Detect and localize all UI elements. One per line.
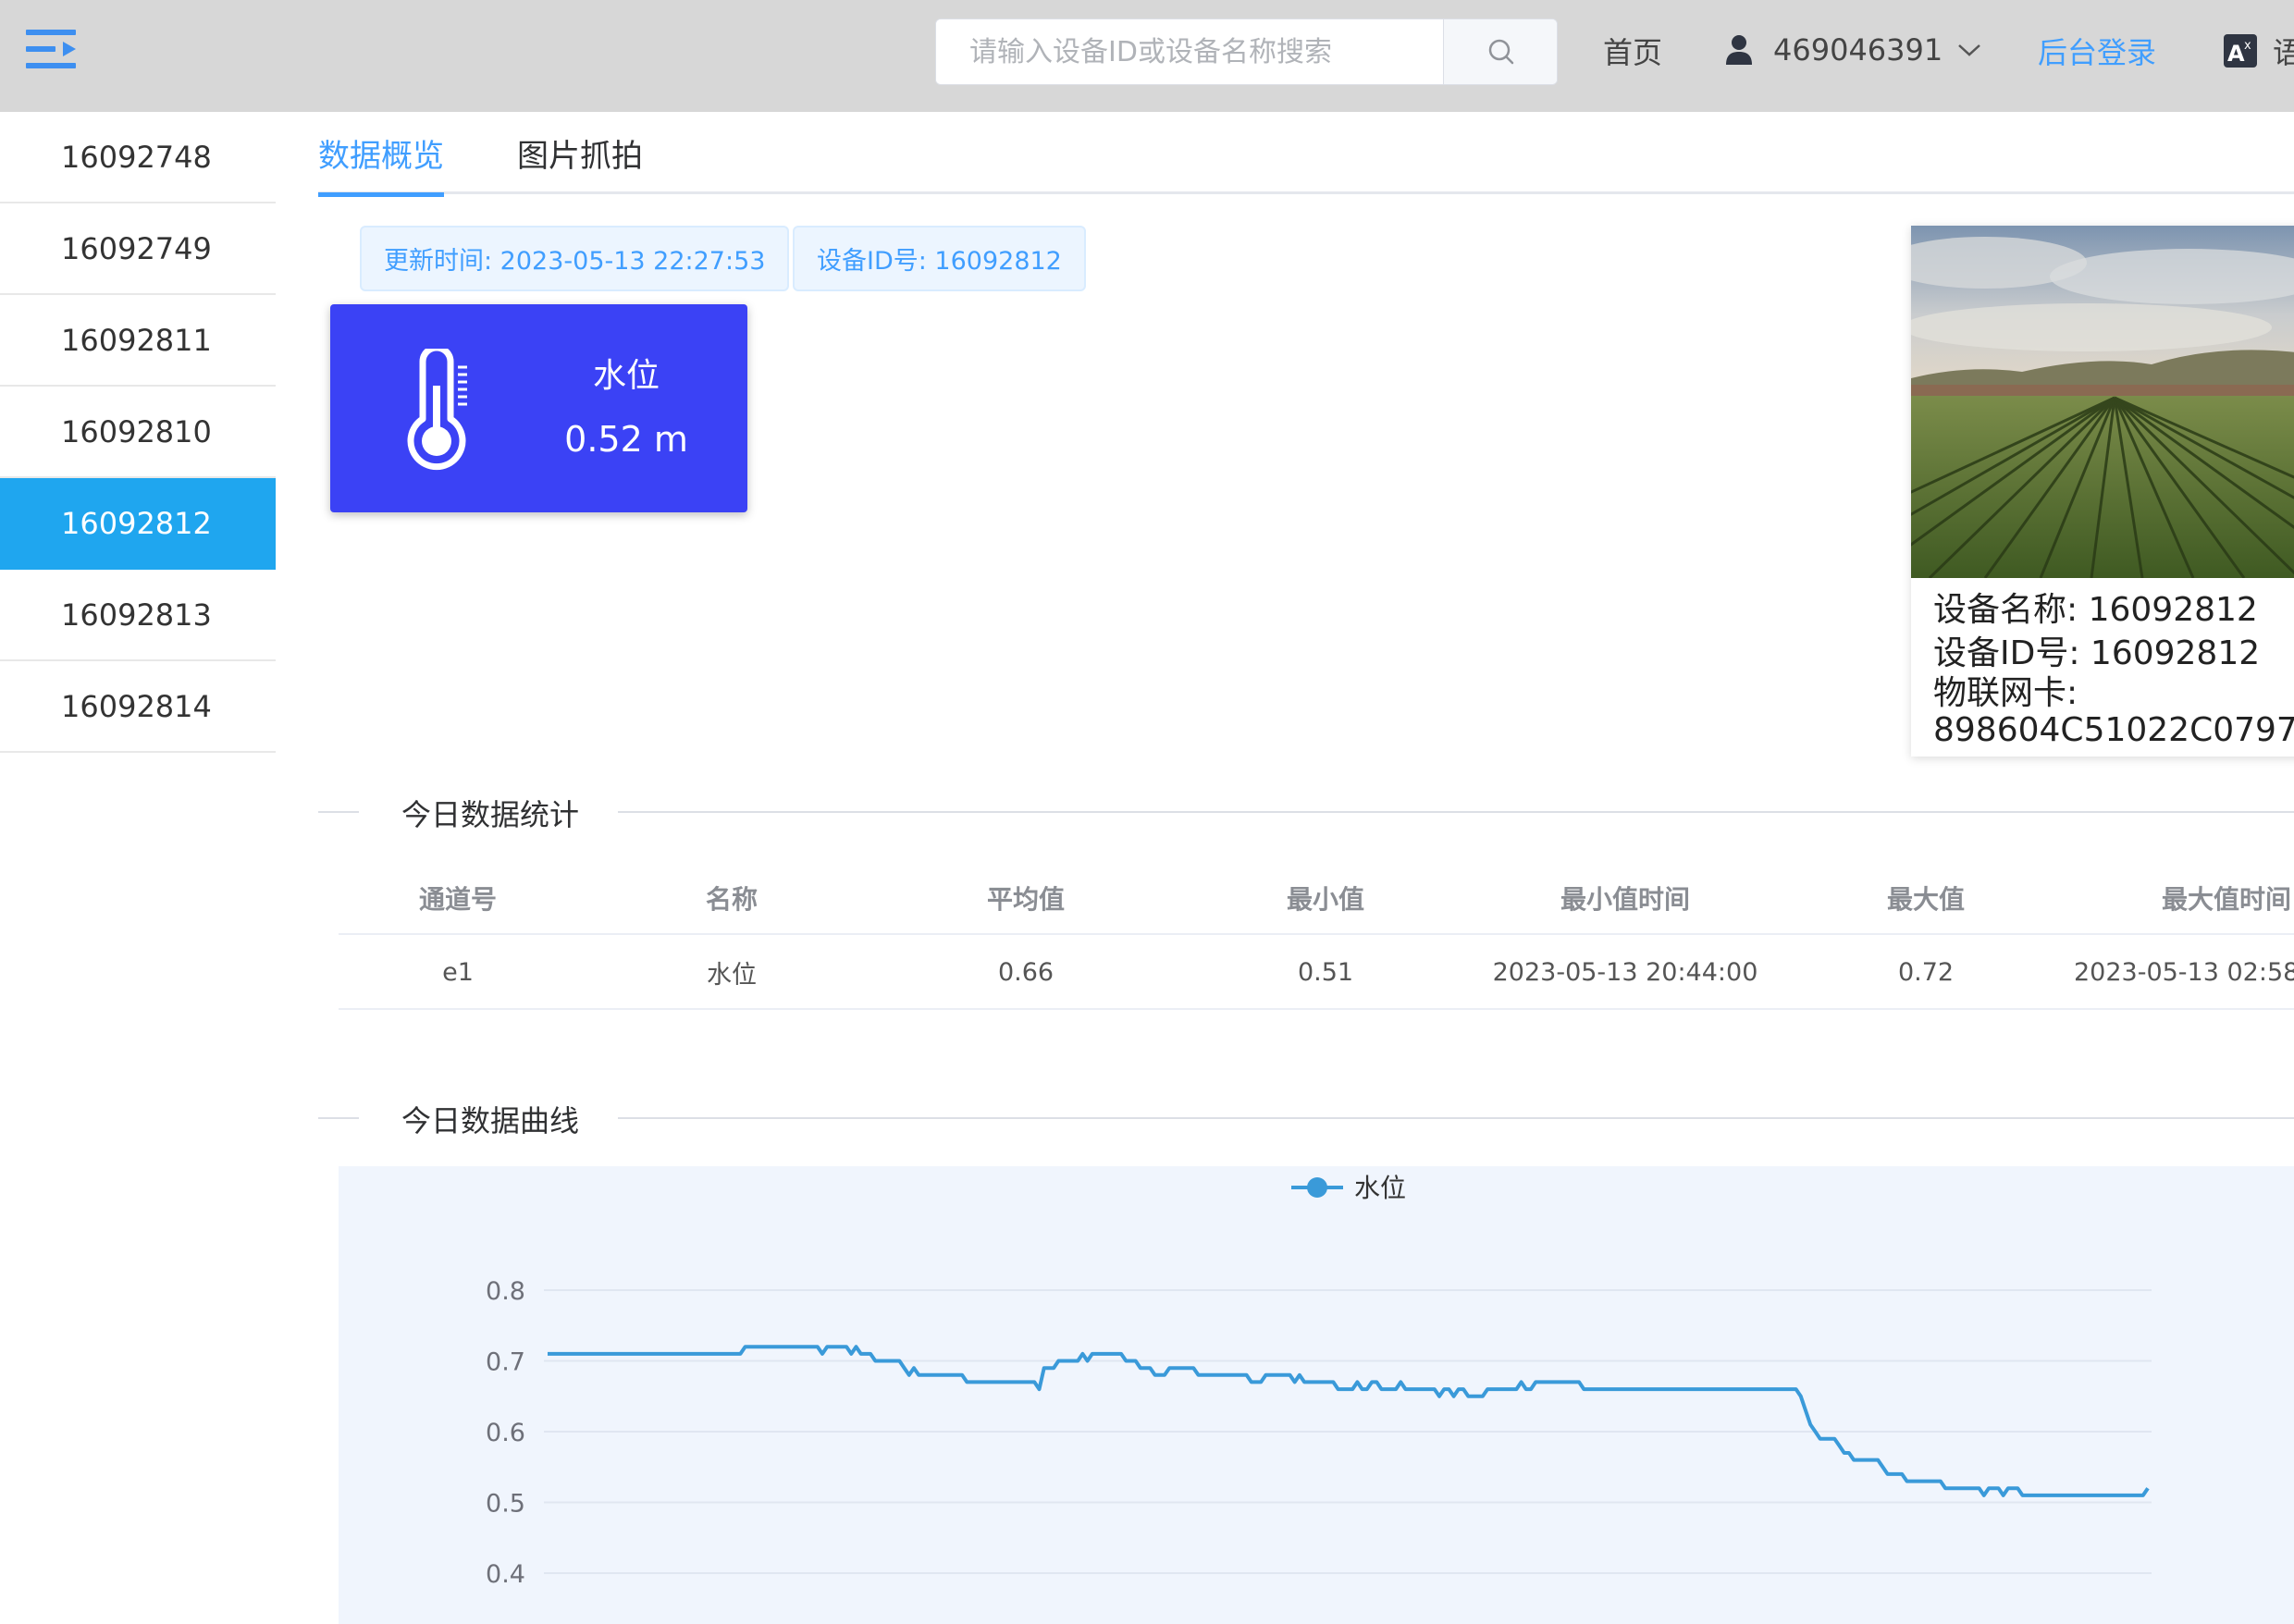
table-cell: 0.51 — [1297, 958, 1354, 987]
update-time-tag: 更新时间: 2023-05-13 22:27:53 — [360, 226, 790, 291]
admin-login-link[interactable]: 后台登录 — [2038, 30, 2156, 72]
sim-card-value: 898604C51022C079763 — [1933, 711, 2294, 749]
table-header-cell: 平均值 — [986, 883, 1065, 915]
divider — [318, 811, 359, 813]
table-cell: e1 — [442, 958, 474, 987]
language-switch[interactable]: A x 语言 — [2223, 30, 2294, 72]
search-icon — [1488, 39, 1514, 65]
legend-marker — [1307, 1177, 1327, 1198]
table-header-cell: 最大值时间 — [2161, 883, 2291, 915]
device-list-item[interactable]: 16092811 — [0, 295, 276, 387]
chart-canvas: 0.8 0.7 0.6 0.5 0.4 水位 — [486, 1173, 2152, 1589]
divider — [618, 1117, 2294, 1119]
legend-label: 水位 — [1354, 1173, 1406, 1203]
tab-image-capture[interactable]: 图片抓拍 — [517, 112, 643, 194]
search-box — [935, 18, 1558, 85]
water-level-chart: 0.8 0.7 0.6 0.5 0.4 水位 — [339, 1166, 2294, 1624]
top-bar: 首页 469046391 后台登录 A x 语言 — [0, 0, 2294, 112]
y-tick-label: 0.4 — [486, 1560, 525, 1589]
table-row: e1 水位 0.66 0.51 2023-05-13 20:44:00 0.72… — [339, 935, 2294, 1010]
y-tick-label: 0.6 — [486, 1419, 525, 1447]
device-list-item-active[interactable]: 16092812 — [0, 478, 276, 570]
y-tick-label: 0.7 — [486, 1348, 525, 1377]
device-list: 16092748 16092749 16092811 16092810 1609… — [0, 112, 276, 753]
table-cell: 水位 — [707, 961, 757, 990]
divider — [318, 1117, 359, 1119]
series-line-water-level — [548, 1345, 2150, 1497]
device-info-text: 设备名称: 16092812 设备ID号: 16092812 物联网卡: 898… — [1933, 588, 2294, 749]
table-header-cell: 最大值 — [1886, 883, 1965, 915]
translate-icon: A x — [2224, 34, 2257, 68]
device-photo — [1911, 226, 2294, 578]
table-cell: 0.72 — [1897, 958, 1955, 987]
divider — [618, 811, 2294, 813]
table-cell: 2023-05-13 20:44:00 — [1492, 958, 1758, 987]
chevron-down-icon — [1958, 44, 1981, 56]
tab-data-overview[interactable]: 数据概览 — [318, 112, 444, 197]
stats-table: 通道号 名称 平均值 最小值 最小值时间 最大值 最大值时间 e1 水位 0.6… — [339, 860, 2294, 1010]
user-icon — [1726, 35, 1752, 65]
device-list-item[interactable]: 16092748 — [0, 112, 276, 203]
water-level-value: 0.52 m — [564, 419, 688, 460]
table-header-row: 通道号 名称 平均值 最小值 最小值时间 最大值 最大值时间 — [339, 860, 2294, 935]
device-list-item[interactable]: 16092813 — [0, 570, 276, 661]
table-header-cell: 通道号 — [418, 883, 497, 915]
table-header-cell: 最小值 — [1286, 883, 1364, 915]
water-level-label: 水位 — [592, 357, 660, 395]
y-tick-label: 0.8 — [486, 1277, 525, 1306]
search-input[interactable] — [936, 19, 1443, 84]
sim-card-label: 物联网卡: — [1933, 674, 2078, 712]
home-link[interactable]: 首页 — [1603, 30, 1662, 72]
search-button[interactable] — [1443, 19, 1557, 84]
curve-section-header: 今日数据曲线 — [318, 1094, 2294, 1140]
y-tick-label: 0.5 — [486, 1490, 525, 1519]
water-level-card: 水位 0.52 m — [330, 304, 747, 512]
menu-toggle-icon[interactable] — [26, 28, 78, 70]
device-id-tag: 设备ID号: 16092812 — [793, 226, 1086, 291]
stats-section-header: 今日数据统计 — [318, 788, 2294, 834]
svg-text:x: x — [2244, 39, 2251, 53]
language-label: 语言 — [2273, 35, 2294, 70]
thermometer-icon — [407, 349, 467, 471]
table-header-cell: 名称 — [705, 883, 758, 915]
tab-bar: 数据概览 图片抓拍 — [318, 112, 2294, 197]
table-cell: 0.66 — [997, 958, 1054, 987]
device-name-line: 设备名称: 16092812 — [1933, 591, 2258, 629]
curve-section-title: 今日数据曲线 — [401, 1103, 580, 1138]
table-header-cell: 最小值时间 — [1560, 883, 1690, 915]
svg-text:A: A — [2227, 41, 2245, 67]
device-id-line: 设备ID号: 16092812 — [1933, 634, 2261, 672]
table-cell: 2023-05-13 02:58:00 — [2074, 958, 2294, 987]
device-list-item[interactable]: 16092814 — [0, 661, 276, 753]
device-info-card: 设备名称: 16092812 设备ID号: 16092812 物联网卡: 898… — [1911, 226, 2294, 757]
device-list-item[interactable]: 16092810 — [0, 387, 276, 478]
stats-section-title: 今日数据统计 — [401, 797, 580, 832]
user-menu[interactable]: 469046391 — [1725, 30, 1981, 70]
device-list-item[interactable]: 16092749 — [0, 203, 276, 295]
username-label: 469046391 — [1773, 32, 1943, 68]
